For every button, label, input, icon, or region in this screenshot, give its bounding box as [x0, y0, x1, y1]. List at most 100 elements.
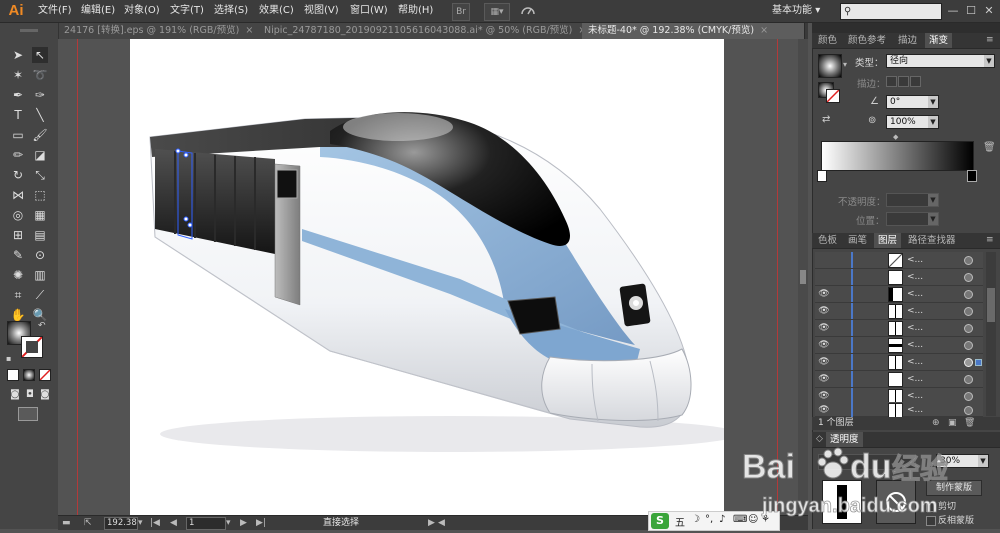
chevron-down-icon[interactable]: ▾ — [843, 60, 847, 69]
gradient-mode-icon[interactable] — [23, 369, 35, 381]
menu-object[interactable]: 对象(O) — [124, 0, 160, 22]
layer-target-icon[interactable] — [964, 406, 973, 415]
menu-view[interactable]: 视图(V) — [304, 0, 339, 22]
shape-builder-tool-icon[interactable]: ◎ — [10, 207, 26, 223]
layer-target-icon[interactable] — [964, 307, 973, 316]
panel-menu-icon[interactable]: ≡ — [986, 35, 994, 45]
eye-icon[interactable]: 👁 — [817, 286, 831, 302]
layer-row[interactable]: 👁 <... — [815, 402, 983, 418]
artboard-tool-icon[interactable]: ⌗ — [10, 287, 26, 303]
train-illustration[interactable] — [130, 39, 740, 515]
minimize-button[interactable]: — — [944, 0, 962, 22]
pen-tool-icon[interactable]: ✒ — [10, 87, 26, 103]
layer-target-icon[interactable] — [964, 324, 973, 333]
rectangle-tool-icon[interactable]: ▭ — [10, 127, 26, 143]
clip-checkbox[interactable] — [926, 502, 936, 512]
free-transform-tool-icon[interactable]: ⬚ — [32, 187, 48, 203]
menu-window[interactable]: 窗口(W) — [350, 0, 388, 22]
layer-row[interactable]: 👁 <... — [815, 371, 983, 388]
zoom-field[interactable]: 192.38 — [104, 517, 138, 530]
screen-mode-icon[interactable] — [18, 407, 38, 421]
draw-behind-icon[interactable]: ◘ — [22, 387, 38, 403]
arrange-documents-icon[interactable]: ▦▾ — [484, 3, 510, 21]
selected-art-indicator[interactable] — [975, 359, 982, 366]
location-input[interactable]: ▼ — [886, 212, 939, 226]
layer-row[interactable]: 👁 <... — [815, 303, 983, 320]
skin-icon[interactable]: ⚘ — [761, 514, 770, 525]
tab-transparency[interactable]: 透明度 — [826, 432, 863, 447]
chevron-down-icon[interactable]: ▾ — [226, 516, 231, 530]
draw-normal-icon[interactable]: ◙ — [7, 387, 23, 403]
reverse-gradient-icon[interactable]: ⇄ — [822, 114, 830, 125]
scrollbar-thumb[interactable] — [800, 270, 806, 284]
delete-stop-icon[interactable]: 🗑 — [983, 142, 996, 153]
tab-document-2[interactable]: Nipic_24787180_20190921105616043088.ai* … — [258, 23, 583, 39]
width-tool-icon[interactable]: ⋈ — [10, 187, 26, 203]
tab-brushes[interactable]: 画笔 — [844, 233, 871, 248]
stroke-option-1[interactable] — [886, 76, 897, 87]
current-tool-status[interactable]: 直接选择 — [323, 516, 359, 530]
stroke-swatch[interactable] — [21, 336, 43, 358]
layer-row[interactable]: <... — [815, 252, 983, 269]
layer-row[interactable]: 👁 <... — [815, 354, 983, 371]
column-graph-tool-icon[interactable]: ▥ — [32, 267, 48, 283]
transparency-opacity-input[interactable]: 30% ▼ — [936, 454, 989, 468]
layer-target-icon[interactable] — [964, 358, 973, 367]
menu-type[interactable]: 文字(T) — [170, 0, 204, 22]
close-icon[interactable]: × — [245, 25, 253, 36]
chevron-down-icon[interactable]: ▾ — [138, 516, 143, 530]
bridge-icon[interactable]: Br — [452, 3, 470, 21]
layer-row[interactable]: 👁 <... — [815, 320, 983, 337]
pencil-tool-icon[interactable]: ✏ — [10, 147, 26, 163]
tab-stroke[interactable]: 描边 — [894, 33, 921, 48]
symbol-sprayer-tool-icon[interactable]: ✺ — [10, 267, 26, 283]
first-artboard-button[interactable]: |◀ — [150, 516, 160, 530]
eye-icon[interactable]: 👁 — [817, 303, 831, 319]
perspective-grid-tool-icon[interactable]: ▦ — [32, 207, 48, 223]
stroke-none-icon[interactable] — [826, 89, 840, 103]
none-mode-icon[interactable] — [39, 369, 51, 381]
last-artboard-button[interactable]: ▶| — [256, 516, 266, 530]
layer-target-icon[interactable] — [964, 392, 973, 401]
menu-edit[interactable]: 编辑(E) — [81, 0, 115, 22]
menu-file[interactable]: 文件(F) — [38, 0, 72, 22]
tab-pathfinder[interactable]: 路径查找器 — [904, 233, 960, 248]
tab-document-1[interactable]: 24176 [转换].eps @ 191% (RGB/预览) × — [58, 23, 259, 39]
eye-icon[interactable]: 👁 — [817, 371, 831, 387]
delete-layer-icon[interactable]: 🗑 — [964, 417, 975, 430]
close-button[interactable]: ✕ — [980, 0, 998, 22]
tab-gradient[interactable]: 渐变 — [925, 33, 953, 48]
maximize-button[interactable]: ☐ — [962, 0, 980, 22]
help-search-input[interactable]: ⚲ — [840, 3, 942, 20]
gpu-performance-icon[interactable] — [520, 3, 536, 19]
menu-help[interactable]: 帮助(H) — [398, 0, 433, 22]
swap-fill-stroke-icon[interactable]: ↶ — [38, 321, 46, 331]
lasso-tool-icon[interactable]: ➰ — [32, 67, 48, 83]
menu-effect[interactable]: 效果(C) — [259, 0, 294, 22]
new-sublayer-icon[interactable]: ⊕ — [932, 417, 940, 430]
ime-mode-wubi[interactable]: 五 — [675, 514, 685, 529]
punctuation-icon[interactable]: °, — [705, 514, 713, 525]
default-fill-stroke-icon[interactable]: ▪ — [6, 354, 11, 363]
layer-target-icon[interactable] — [964, 375, 973, 384]
gradient-preview-swatch[interactable] — [818, 54, 842, 78]
rotate-tool-icon[interactable]: ↻ — [10, 167, 26, 183]
eye-icon[interactable]: 👁 — [817, 337, 831, 353]
moon-icon[interactable]: ☽ — [691, 514, 700, 525]
gradient-stop-white[interactable] — [817, 170, 827, 182]
gradient-slider[interactable] — [821, 141, 974, 171]
layer-row[interactable]: 👁 <... — [815, 286, 983, 303]
scale-tool-icon[interactable]: ⤡ — [32, 167, 48, 183]
color-mode-icon[interactable] — [7, 369, 19, 381]
blend-mode-select[interactable] — [818, 454, 916, 470]
prev-artboard-button[interactable]: ◀ — [170, 516, 177, 530]
direct-selection-tool-icon[interactable]: ↖ — [32, 47, 48, 63]
opacity-input[interactable]: ▼ — [886, 193, 939, 207]
layer-target-icon[interactable] — [964, 341, 973, 350]
paintbrush-tool-icon[interactable]: 🖌 — [32, 127, 48, 143]
collapse-icon[interactable]: ◇ — [816, 432, 823, 447]
make-mask-button[interactable]: 制作蒙版 — [926, 480, 982, 496]
tab-swatches[interactable]: 色板 — [814, 233, 841, 248]
eye-icon[interactable]: 👁 — [817, 354, 831, 370]
microphone-icon[interactable]: ♪ — [719, 514, 725, 525]
